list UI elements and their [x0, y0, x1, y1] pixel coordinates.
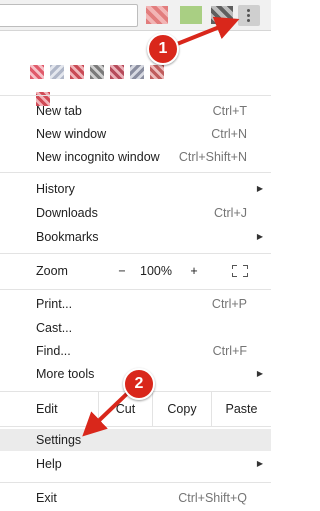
- step-1-badge: 1: [147, 33, 179, 65]
- menu-item-label: Cast...: [36, 321, 73, 335]
- menu-item-label: History: [36, 182, 75, 196]
- menu-item-bookmarks[interactable]: Bookmarks ▶: [0, 226, 271, 248]
- menu-item-label: Bookmarks: [36, 230, 99, 244]
- menu-separator: [0, 482, 271, 483]
- zoom-in-button[interactable]: +: [186, 254, 202, 288]
- menu-item-label: Downloads: [36, 206, 98, 220]
- recent-tab-favicon[interactable]: [130, 65, 144, 79]
- menu-item-shortcut: Ctrl+F: [212, 344, 247, 358]
- menu-item-label: Exit: [36, 491, 57, 505]
- menu-item-shortcut: Ctrl+T: [212, 104, 247, 118]
- menu-item-label: Find...: [36, 344, 71, 358]
- menu-item-shortcut: Ctrl+Shift+N: [178, 150, 247, 164]
- extension-icon-3[interactable]: [211, 6, 233, 24]
- menu-item-cast[interactable]: Cast...: [0, 317, 271, 339]
- copy-button[interactable]: Copy: [153, 392, 211, 426]
- extension-icon-1[interactable]: [146, 6, 168, 24]
- submenu-arrow-icon: ▶: [256, 369, 263, 378]
- menu-item-label: Settings: [36, 433, 82, 447]
- menu-item-find[interactable]: Find... Ctrl+F: [0, 340, 271, 362]
- recent-tab-favicon[interactable]: [150, 65, 164, 79]
- browser-toolbar: [0, 0, 271, 31]
- edit-label: Edit: [36, 402, 58, 416]
- recent-tab-favicon[interactable]: [50, 65, 64, 79]
- menu-button-three-dots-icon[interactable]: [238, 5, 260, 26]
- menu-item-exit[interactable]: Exit Ctrl+Shift+Q: [0, 487, 271, 509]
- menu-separator: [0, 172, 271, 173]
- menu-item-new-incognito-window[interactable]: New incognito window Ctrl+Shift+N: [0, 146, 271, 168]
- recent-tab-favicon[interactable]: [90, 65, 104, 79]
- paste-button[interactable]: Paste: [212, 392, 271, 426]
- address-bar[interactable]: [0, 4, 138, 27]
- menu-item-shortcut: Ctrl+N: [211, 127, 247, 141]
- menu-item-label: Help: [36, 457, 62, 471]
- menu-separator: [0, 426, 271, 427]
- menu-item-history[interactable]: History ▶: [0, 178, 271, 200]
- menu-item-label: New incognito window: [36, 150, 160, 164]
- menu-item-new-window[interactable]: New window Ctrl+N: [0, 123, 271, 145]
- menu-item-shortcut: Ctrl+Shift+Q: [178, 491, 247, 505]
- menu-item-label: New window: [36, 127, 107, 141]
- recent-tab-favicon[interactable]: [30, 65, 44, 79]
- zoom-row: Zoom − 100% +: [0, 254, 271, 288]
- menu-item-help[interactable]: Help ▶: [0, 453, 271, 475]
- submenu-arrow-icon: ▶: [256, 459, 263, 468]
- menu-item-new-tab[interactable]: New tab Ctrl+T: [0, 100, 271, 122]
- chrome-main-menu: New tab Ctrl+T New window Ctrl+N New inc…: [0, 31, 271, 511]
- menu-item-shortcut: Ctrl+P: [211, 297, 247, 311]
- menu-item-print[interactable]: Print... Ctrl+P: [0, 293, 271, 315]
- menu-item-downloads[interactable]: Downloads Ctrl+J: [0, 202, 271, 224]
- menu-item-shortcut: Ctrl+J: [214, 206, 247, 220]
- extension-icon-2[interactable]: [180, 6, 202, 24]
- recent-tab-favicon[interactable]: [110, 65, 124, 79]
- menu-separator: [0, 289, 271, 290]
- menu-item-label: Print...: [36, 297, 73, 311]
- fullscreen-icon[interactable]: [232, 265, 248, 277]
- recent-tab-favicon[interactable]: [70, 65, 84, 79]
- menu-item-label: New tab: [36, 104, 82, 118]
- zoom-label: Zoom: [36, 264, 68, 278]
- submenu-arrow-icon: ▶: [256, 184, 263, 193]
- zoom-level: 100%: [140, 264, 172, 278]
- submenu-arrow-icon: ▶: [256, 232, 263, 241]
- zoom-out-button[interactable]: −: [114, 254, 130, 288]
- menu-item-label: More tools: [36, 367, 95, 381]
- menu-separator: [0, 95, 271, 96]
- step-2-badge: 2: [123, 368, 155, 400]
- menu-item-settings[interactable]: Settings: [0, 429, 271, 451]
- recent-tabs-row: [30, 65, 164, 79]
